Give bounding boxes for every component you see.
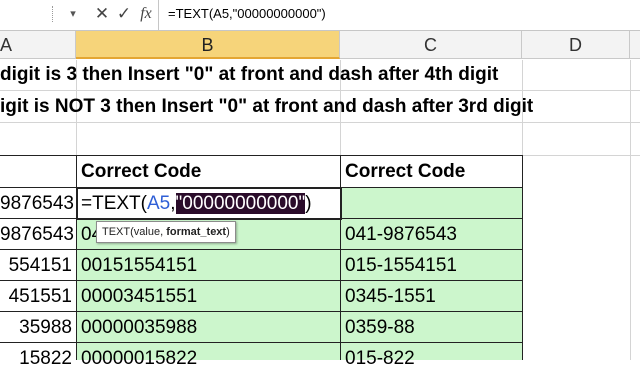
name-box-dropdown-icon[interactable]: ▾ [66, 6, 80, 22]
function-tooltip[interactable]: TEXT(value, format_text) [96, 221, 236, 243]
table-cell-c[interactable]: 015-1554151 [341, 250, 522, 281]
selected-argument: "00000000000" [175, 193, 306, 214]
column-header-e[interactable] [630, 31, 640, 59]
grid-line [0, 90, 640, 91]
grid-line [0, 122, 640, 123]
active-cell-editor[interactable]: =TEXT(A5,"00000000000") [76, 187, 342, 220]
formula-bar: ▾ ✕ ✓ fx =TEXT(A5,"00000000000") [0, 0, 640, 31]
note-line-1: digit is 3 then Insert "0" at front and … [0, 64, 499, 85]
table-border [340, 155, 341, 360]
close-icon[interactable]: ✕ [92, 4, 112, 24]
formula-text[interactable]: =TEXT(A5,"00000000000") [168, 6, 326, 21]
table-cell-a[interactable]: 9876543 [0, 219, 76, 250]
table-border [522, 155, 523, 360]
table-cell-c[interactable]: 015-822 [341, 343, 522, 374]
grid-line [630, 60, 631, 360]
column-header-b[interactable]: B [76, 31, 340, 59]
table-cell-c[interactable]: 0359-88 [341, 312, 522, 343]
name-box-separator [52, 6, 57, 22]
insert-function-icon[interactable]: fx [136, 4, 156, 24]
table-cell-a[interactable]: 451551 [0, 281, 76, 312]
table-border [0, 249, 522, 250]
table-cell-c[interactable] [341, 188, 522, 219]
table-border [0, 311, 522, 312]
column-header-c[interactable]: C [340, 31, 522, 59]
table-cell-b[interactable]: 00000035988 [77, 312, 340, 343]
table-cell-b[interactable]: 00000015822 [77, 343, 340, 374]
table-border [0, 155, 522, 156]
table-cell-c[interactable]: 0345-1551 [341, 281, 522, 312]
table-cell-a[interactable]: 9876543 [0, 188, 76, 219]
note-line-2: igit is NOT 3 then Insert "0" at front a… [0, 96, 534, 117]
header-correct-code-b: Correct Code [81, 161, 202, 182]
table-border [0, 342, 522, 343]
column-header-a[interactable]: A [0, 31, 76, 59]
column-header-d[interactable]: D [522, 31, 630, 59]
table-border [76, 155, 77, 360]
table-border [0, 280, 522, 281]
table-cell-a[interactable]: 15822 [0, 343, 76, 374]
table-cell-a[interactable]: 35988 [0, 312, 76, 343]
table-cell-b[interactable]: 00151554151 [77, 250, 340, 281]
table-cell-c[interactable]: 041-9876543 [341, 219, 522, 250]
table-cell-b[interactable]: 00003451551 [77, 281, 340, 312]
cell-reference: A5 [146, 193, 171, 214]
table-cell-a[interactable]: 554151 [0, 250, 76, 281]
check-icon[interactable]: ✓ [114, 4, 134, 24]
header-correct-code-c: Correct Code [345, 161, 466, 182]
